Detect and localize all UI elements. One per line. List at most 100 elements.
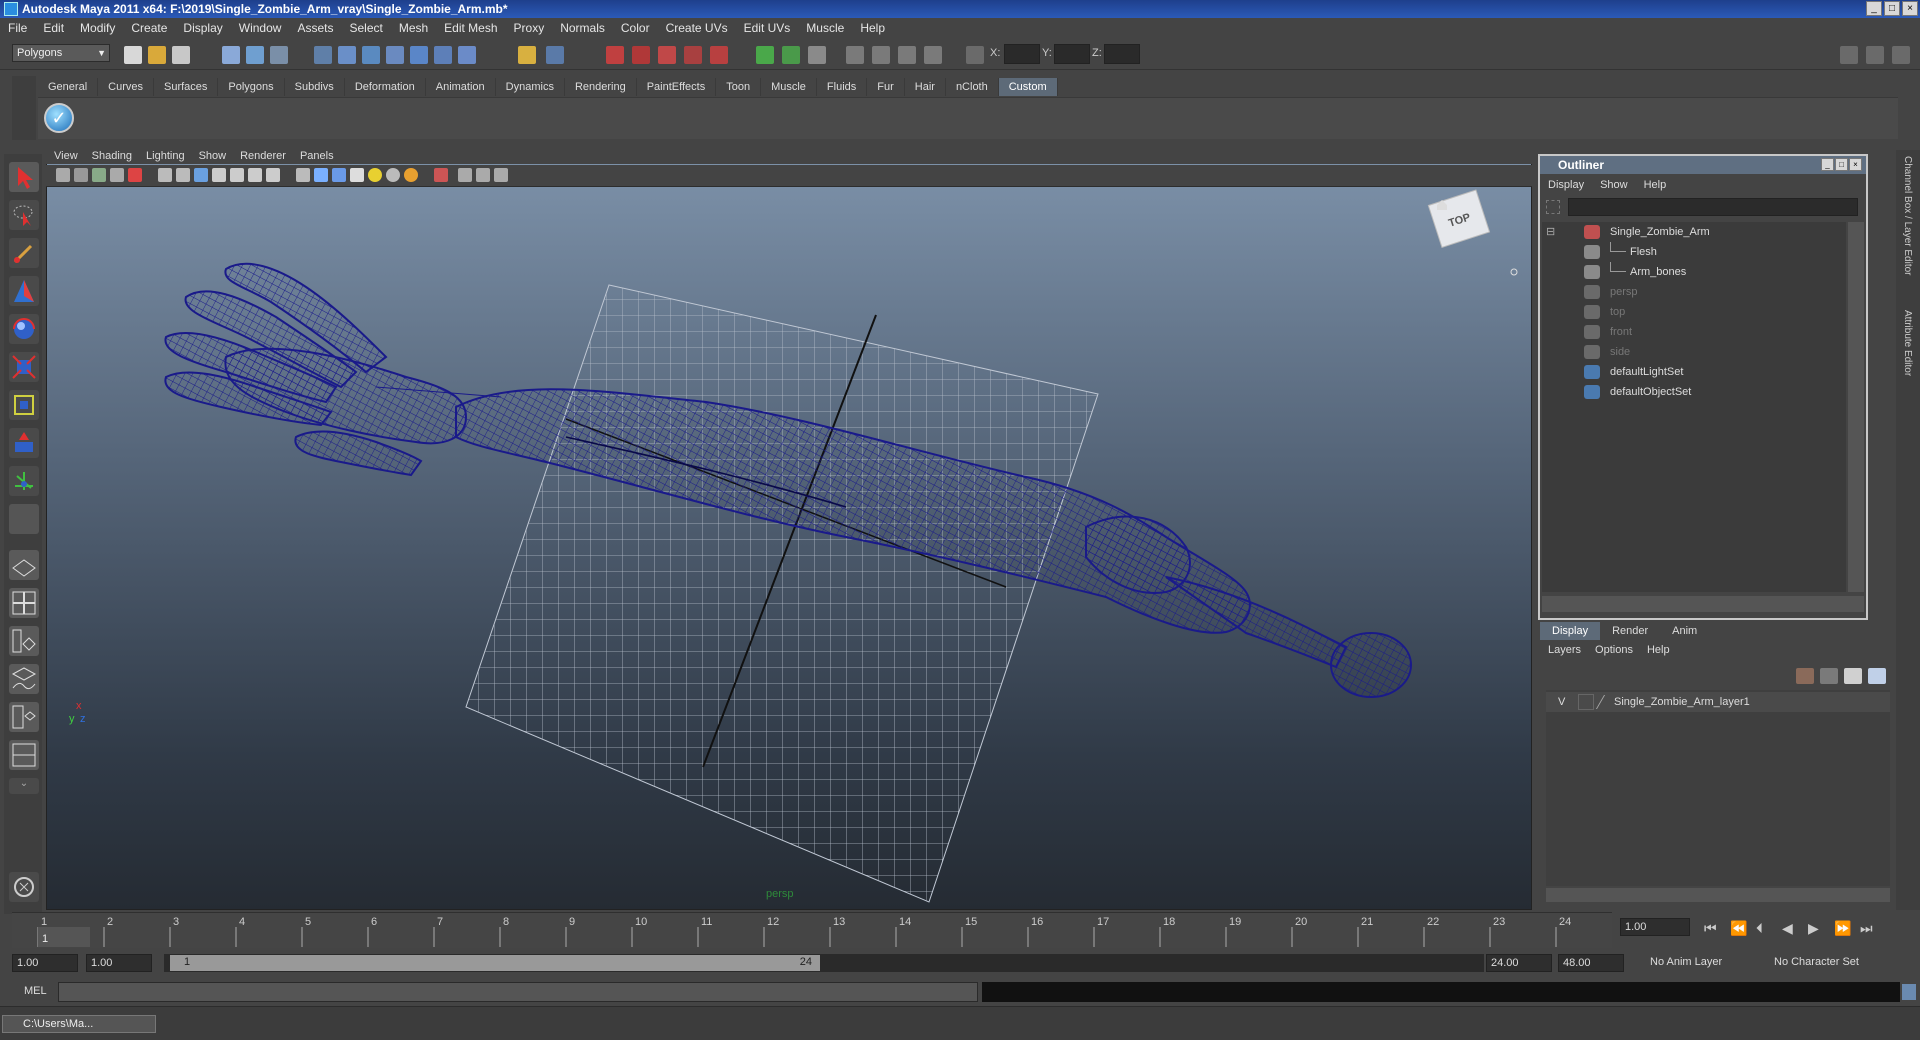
step-back-key-icon[interactable]: ⏪ [1730, 920, 1747, 937]
universal-manipulator-icon[interactable] [9, 390, 39, 420]
transform-input-icon[interactable] [966, 46, 984, 64]
go-to-end-icon[interactable]: ⏭ [1860, 920, 1873, 937]
outliner-item[interactable]: defaultLightSet [1542, 362, 1842, 382]
character-set-select[interactable]: No Character Set [1770, 954, 1890, 972]
shelf-tab-custom[interactable]: Custom [998, 78, 1058, 96]
viewport-menu-panels[interactable]: Panels [300, 150, 334, 162]
show-channel-box-icon[interactable] [756, 46, 774, 64]
toggle-channel-box-icon[interactable] [1892, 46, 1910, 64]
ipr-render-icon[interactable] [632, 46, 650, 64]
outliner-item[interactable]: defaultObjectSet [1542, 382, 1842, 402]
menu-color[interactable]: Color [621, 21, 650, 35]
select-hierarchy-icon[interactable] [222, 46, 240, 64]
shelf-tab-rendering[interactable]: Rendering [564, 78, 637, 96]
image-plane-icon[interactable] [110, 168, 124, 182]
single-perspective-layout-icon[interactable] [9, 550, 39, 580]
layer-tab-display[interactable]: Display [1540, 622, 1601, 640]
viewport-menu-shading[interactable]: Shading [92, 150, 132, 162]
layer-row[interactable]: V Single_Zombie_Arm_layer1 [1546, 692, 1890, 712]
collapse-icon[interactable]: ⊟ [1546, 222, 1555, 242]
menu-mesh[interactable]: Mesh [399, 21, 428, 35]
menu-file[interactable]: File [8, 21, 27, 35]
outliner-search-input[interactable] [1568, 198, 1858, 216]
anim-layer-select[interactable]: No Anim Layer [1646, 954, 1756, 972]
hypershade-icon[interactable] [684, 46, 702, 64]
attribute-editor-tab[interactable]: Attribute Editor [1902, 310, 1913, 376]
lasso-tool-icon[interactable] [9, 200, 39, 230]
y-coord-field[interactable] [1054, 44, 1090, 64]
view-cube[interactable]: TOP [1427, 189, 1491, 248]
dope-sheet-icon[interactable] [872, 46, 890, 64]
field-chart-icon[interactable] [230, 168, 244, 182]
make-live-icon[interactable] [410, 46, 428, 64]
outliner-horizontal-scrollbar[interactable] [1542, 596, 1864, 612]
xray-icon[interactable] [458, 168, 472, 182]
outliner-item[interactable]: ⊟ Single_Zombie_Arm [1542, 222, 1842, 242]
layer-tab-render[interactable]: Render [1600, 622, 1660, 640]
render-frame-icon[interactable] [606, 46, 624, 64]
menu-set-select[interactable]: Polygons ▼ [12, 44, 110, 62]
outliner-item[interactable]: Arm_bones [1542, 262, 1842, 282]
xray-joints-icon[interactable] [476, 168, 490, 182]
shelf-menu-strip[interactable] [12, 76, 36, 140]
trax-icon[interactable] [898, 46, 916, 64]
channel-box-tab[interactable]: Channel Box / Layer Editor [1902, 156, 1913, 276]
time-slider[interactable]: 1 2 3 4 5 6 7 8 9 10 11 12 13 14 15 16 17 18 19 20 21 22 23 24 1 [12, 912, 1612, 948]
menu-edit[interactable]: Edit [43, 21, 64, 35]
last-tool-slot[interactable] [9, 504, 39, 534]
range-slider-handle[interactable]: 1 24 [170, 955, 820, 971]
shelf-tab-polygons[interactable]: Polygons [218, 78, 285, 96]
outliner-maximize-button[interactable]: □ [1835, 158, 1848, 171]
shelf-tab-surfaces[interactable]: Surfaces [153, 78, 219, 96]
rotate-tool-icon[interactable] [9, 314, 39, 344]
snap-plane-icon[interactable] [386, 46, 404, 64]
menu-create[interactable]: Create [131, 21, 167, 35]
menu-display[interactable]: Display [183, 21, 222, 35]
default-lighting-icon[interactable] [368, 168, 382, 182]
outliner-menu-display[interactable]: Display [1548, 179, 1584, 191]
viewport-menu-lighting[interactable]: Lighting [146, 150, 185, 162]
snap-point-icon[interactable] [362, 46, 380, 64]
viewport-menu-show[interactable]: Show [199, 150, 227, 162]
hotbox-icon[interactable] [9, 872, 39, 902]
start-time-field[interactable]: 1.00 [12, 954, 78, 972]
outliner-item[interactable]: persp [1542, 282, 1842, 302]
xray-components-icon[interactable] [494, 168, 508, 182]
menu-help[interactable]: Help [860, 21, 885, 35]
toggle-outliner-icon[interactable] [1866, 46, 1884, 64]
outliner-item[interactable]: front [1542, 322, 1842, 342]
menu-proxy[interactable]: Proxy [514, 21, 545, 35]
history-icon[interactable] [434, 46, 452, 64]
viewport-menu-renderer[interactable]: Renderer [240, 150, 286, 162]
soft-modification-icon[interactable] [9, 428, 39, 458]
step-forward-key-icon[interactable]: ⏩ [1834, 920, 1851, 937]
shelf-tab-toon[interactable]: Toon [716, 78, 762, 96]
menu-normals[interactable]: Normals [560, 21, 605, 35]
menu-muscle[interactable]: Muscle [806, 21, 844, 35]
layer-menu-options[interactable]: Options [1595, 644, 1633, 656]
two-d-pan-icon[interactable] [128, 168, 142, 182]
textured-icon[interactable] [350, 168, 364, 182]
menu-select[interactable]: Select [349, 21, 382, 35]
outliner-title-bar[interactable]: Outliner [1540, 156, 1866, 174]
graph-editor-icon[interactable] [846, 46, 864, 64]
command-input[interactable] [58, 982, 978, 1002]
new-empty-layer-icon[interactable] [1844, 668, 1862, 684]
playback-start-field[interactable]: 1.00 [86, 954, 152, 972]
persp-outliner-graph-layout-icon[interactable] [9, 740, 39, 770]
end-time-field[interactable]: 48.00 [1558, 954, 1624, 972]
new-layer-from-selected-icon[interactable] [1868, 668, 1886, 684]
outliner-vertical-scrollbar[interactable] [1848, 222, 1864, 592]
wireframe-shading-icon[interactable] [296, 168, 310, 182]
playback-end-field[interactable]: 24.00 [1486, 954, 1552, 972]
minimize-button[interactable]: _ [1866, 1, 1882, 16]
view-cube-menu-icon[interactable] [1510, 268, 1518, 276]
menu-window[interactable]: Window [239, 21, 282, 35]
move-layer-down-icon[interactable] [1820, 668, 1838, 684]
new-scene-icon[interactable] [124, 46, 142, 64]
expand-toolbox-icon[interactable]: ⌄ [9, 778, 39, 794]
shelf-tab-animation[interactable]: Animation [425, 78, 496, 96]
grid-toggle-icon[interactable] [158, 168, 172, 182]
script-editor-icon[interactable] [1902, 984, 1916, 1000]
lock-camera-icon[interactable] [74, 168, 88, 182]
